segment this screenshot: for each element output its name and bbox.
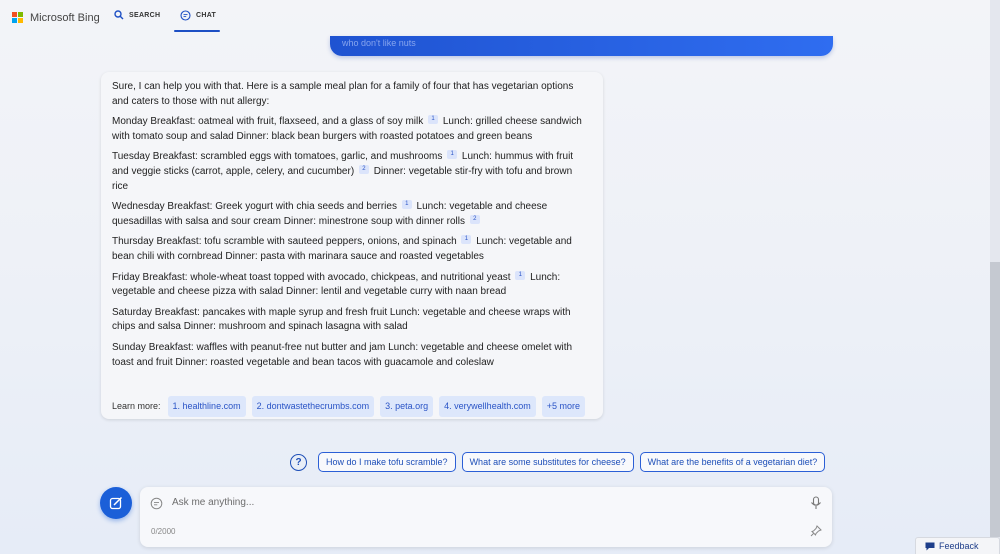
- citation-badge[interactable]: 1: [461, 235, 472, 245]
- meal-plan-day: Friday Breakfast: whole-wheat toast topp…: [112, 270, 561, 298]
- meal-plan-day: Sunday Breakfast: waffles with peanut-fr…: [112, 341, 573, 368]
- source-link[interactable]: 3. peta.org: [380, 396, 434, 417]
- pin-icon[interactable]: [810, 525, 822, 537]
- question-mark-icon[interactable]: ?: [290, 453, 307, 471]
- citation-badge[interactable]: 1: [447, 150, 458, 160]
- citation-badge[interactable]: 1: [401, 200, 412, 210]
- active-tab-indicator: [174, 30, 220, 32]
- meal-plan-day: Thursday Breakfast: tofu scramble with s…: [112, 235, 572, 262]
- learn-more-row: Learn more: 1. healthline.com 2. dontwas…: [112, 396, 585, 417]
- chat-input-placeholder[interactable]: Ask me anything...: [172, 497, 254, 508]
- feedback-label: Feedback: [939, 541, 979, 551]
- microsoft-bing-logo[interactable]: Microsoft Bing: [12, 12, 100, 24]
- search-icon: [114, 10, 124, 20]
- chat-bubble-icon: [150, 497, 163, 510]
- more-sources-link[interactable]: +5 more: [541, 396, 585, 417]
- suggestions-row: ? How do I make tofu scramble? What are …: [290, 452, 826, 472]
- new-topic-icon: [109, 496, 123, 510]
- source-link[interactable]: 2. dontwastethecrumbs.com: [251, 396, 375, 417]
- user-message-bubble: who don't like nuts: [330, 36, 833, 56]
- new-topic-button[interactable]: [100, 487, 132, 519]
- feedback-icon: [925, 542, 935, 550]
- nav-chat-label: CHAT: [196, 12, 217, 19]
- character-counter: 0/2000: [151, 527, 176, 536]
- nav-search-tab[interactable]: SEARCH: [114, 10, 160, 20]
- feedback-button[interactable]: Feedback: [915, 537, 1000, 554]
- suggestion-chip[interactable]: How do I make tofu scramble?: [318, 452, 456, 472]
- meal-plan-day: Saturday Breakfast: pancakes with maple …: [112, 306, 571, 333]
- chat-icon: [180, 10, 191, 21]
- meal-plan-day: Tuesday Breakfast: scrambled eggs with t…: [112, 150, 574, 192]
- citation-badge[interactable]: 2: [358, 164, 369, 174]
- microsoft-logo-icon: [12, 12, 24, 24]
- nav-search-label: SEARCH: [129, 11, 161, 19]
- citation-badge[interactable]: 2: [469, 214, 480, 224]
- scrollbar-thumb[interactable]: [990, 262, 1000, 537]
- logo-text: Microsoft Bing: [30, 12, 100, 24]
- answer-intro: Sure, I can help you with that. Here is …: [112, 81, 574, 107]
- chat-input-box[interactable]: Ask me anything... 0/2000: [140, 487, 832, 547]
- learn-more-label: Learn more:: [112, 401, 161, 411]
- suggestion-chip[interactable]: What are some substitutes for cheese?: [461, 452, 634, 472]
- meal-plan-day: Monday Breakfast: oatmeal with fruit, fl…: [112, 115, 582, 142]
- user-message-text: who don't like nuts: [342, 38, 416, 48]
- source-link[interactable]: 4. verywellhealth.com: [439, 396, 536, 417]
- bot-answer-card: Sure, I can help you with that. Here is …: [101, 72, 603, 419]
- microphone-icon[interactable]: [810, 496, 822, 510]
- source-link[interactable]: 1. healthline.com: [167, 396, 246, 417]
- citation-badge[interactable]: 1: [428, 115, 439, 125]
- meal-plan-day: Wednesday Breakfast: Greek yogurt with c…: [112, 200, 548, 227]
- suggestion-chip[interactable]: What are the benefits of a vegetarian di…: [639, 452, 826, 472]
- top-header: Microsoft Bing SEARCH CHAT: [0, 0, 1000, 36]
- nav-chat-tab[interactable]: CHAT: [180, 10, 216, 21]
- citation-badge[interactable]: 1: [515, 270, 526, 280]
